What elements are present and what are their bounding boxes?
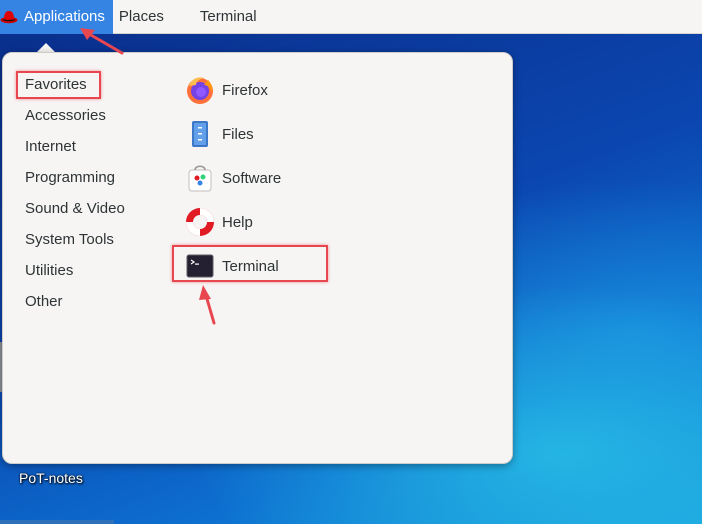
app-help-label: Help [222,213,253,231]
applications-label: Applications [24,8,105,25]
places-menu-button[interactable]: Places [119,8,164,25]
app-files[interactable]: Files [183,116,254,152]
top-bar: Applications Places Terminal [0,0,702,34]
applications-menu-button[interactable]: Applications [0,0,113,34]
category-utilities[interactable]: Utilities [25,262,73,279]
app-software[interactable]: Software [183,160,281,196]
category-other[interactable]: Other [25,293,63,310]
software-icon [183,161,217,195]
app-help[interactable]: Help [183,204,253,240]
redhat-logo-icon [0,10,18,24]
category-accessories[interactable]: Accessories [25,107,106,124]
favorites-highlight-box [16,71,101,99]
files-icon [183,117,217,151]
app-software-label: Software [222,169,282,187]
terminal-highlight-box [172,245,328,282]
category-sound-video[interactable]: Sound & Video [25,200,125,217]
category-internet[interactable]: Internet [25,138,76,155]
desktop-icon-label[interactable]: PoT-notes [19,470,83,486]
app-firefox[interactable]: Firefox [183,72,268,108]
help-icon [183,205,217,239]
category-system-tools[interactable]: System Tools [25,231,114,248]
category-programming[interactable]: Programming [25,169,115,186]
app-files-label: Files [222,125,254,143]
terminal-menu-button[interactable]: Terminal [200,8,257,25]
desktop-bottom-strip [0,520,114,524]
firefox-icon [183,73,217,107]
app-firefox-label: Firefox [222,81,268,99]
